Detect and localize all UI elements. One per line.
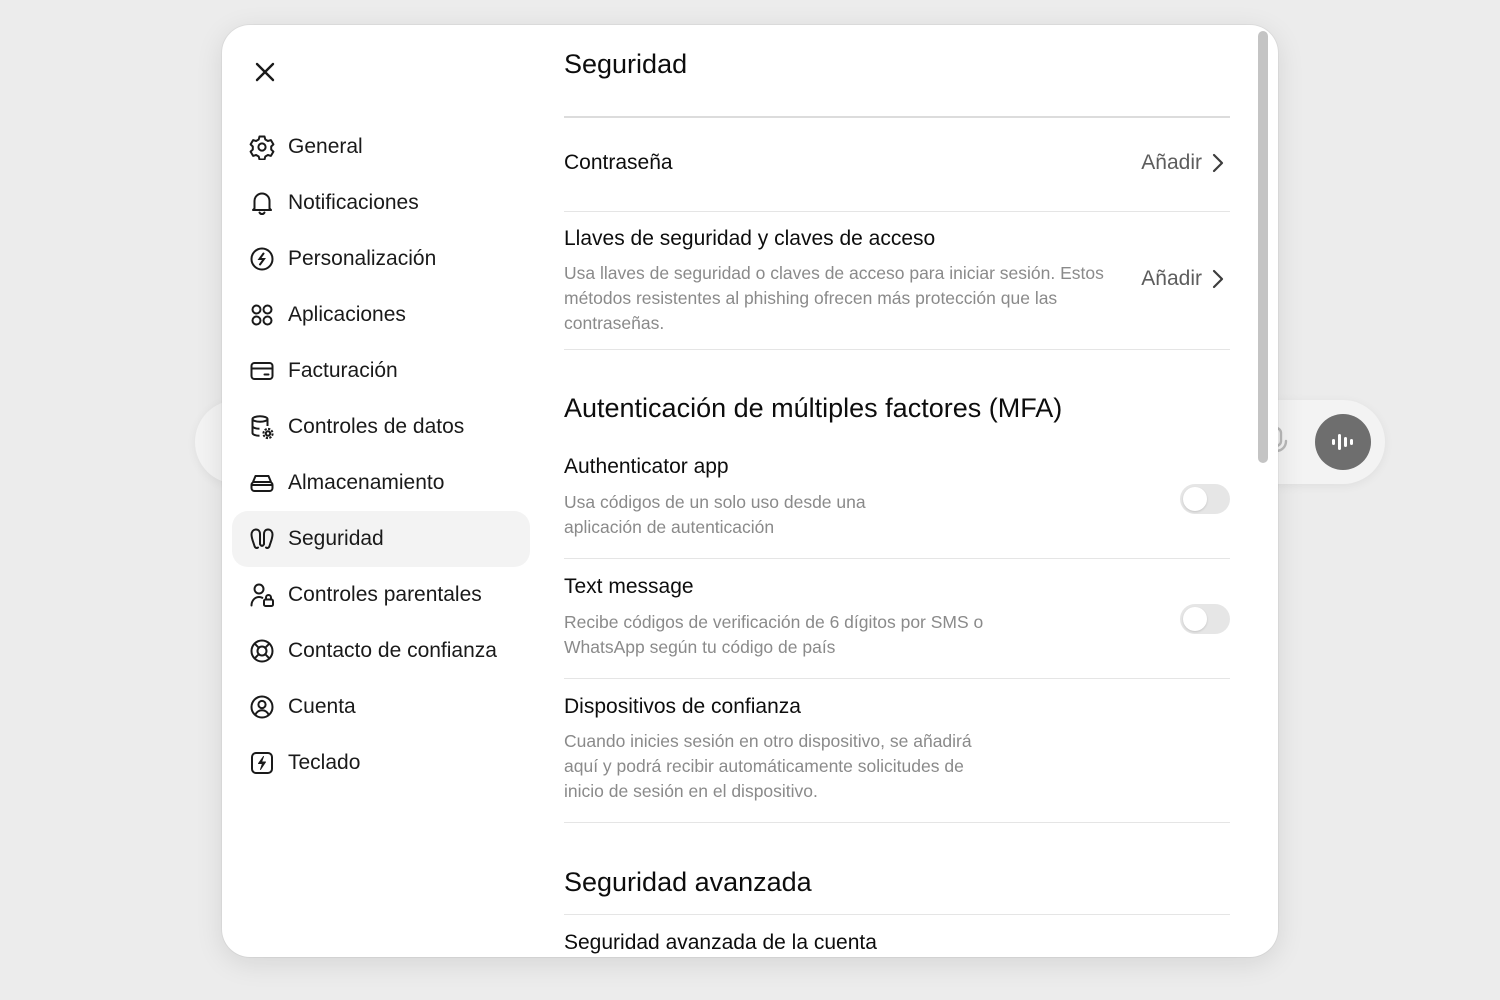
sidebar-item-personalizacion[interactable]: Personalización (232, 231, 530, 287)
add-passkey-button[interactable]: Añadir (1141, 267, 1224, 291)
user-circle-icon (248, 693, 276, 721)
title-divider (564, 116, 1230, 118)
row-divider (564, 678, 1230, 679)
voice-wave-icon (1332, 434, 1353, 450)
trusted-devices-row-description: Cuando inicies sesión en otro dispositiv… (564, 731, 972, 801)
settings-modal: General Notificaciones Personalización A… (222, 25, 1278, 957)
personalization-icon (248, 245, 276, 273)
sidebar-item-label: General (288, 135, 363, 158)
authenticator-row-description: Usa códigos de un solo uso desde una apl… (564, 492, 866, 537)
page-title: Seguridad (564, 49, 688, 79)
apps-grid-icon (248, 301, 276, 329)
close-icon (255, 62, 275, 82)
add-password-label: Añadir (1141, 151, 1202, 174)
sidebar-item-controles-de-datos[interactable]: Controles de datos (232, 399, 530, 455)
row-divider (564, 349, 1230, 350)
sidebar-item-teclado[interactable]: Teclado (232, 735, 530, 791)
sidebar-item-almacenamiento[interactable]: Almacenamiento (232, 455, 530, 511)
storage-drive-icon (248, 469, 276, 497)
voice-mode-button (1315, 414, 1371, 470)
toggle-knob (1183, 487, 1207, 511)
chevron-right-icon (1212, 153, 1224, 173)
text-message-toggle[interactable] (1180, 604, 1230, 634)
lifebuoy-icon (248, 637, 276, 665)
sidebar-item-label: Notificaciones (288, 191, 419, 214)
content-scrollbar[interactable] (1256, 29, 1268, 953)
parental-lock-icon (248, 581, 276, 609)
database-gear-icon (248, 413, 276, 441)
sidebar-item-label: Cuenta (288, 695, 356, 718)
settings-sidebar: General Notificaciones Personalización A… (232, 119, 530, 791)
scrollbar-thumb[interactable] (1258, 31, 1268, 463)
mfa-section-title: Autenticación de múltiples factores (MFA… (564, 393, 1063, 423)
sidebar-item-controles-parentales[interactable]: Controles parentales (232, 567, 530, 623)
sidebar-item-contacto-de-confianza[interactable]: Contacto de confianza (232, 623, 530, 679)
row-divider (564, 211, 1230, 212)
row-divider (564, 558, 1230, 559)
sidebar-item-notificaciones[interactable]: Notificaciones (232, 175, 530, 231)
password-row-title: Contraseña (564, 151, 673, 174)
sidebar-item-label: Seguridad (288, 527, 384, 550)
authenticator-toggle[interactable] (1180, 484, 1230, 514)
authenticator-row-title: Authenticator app (564, 455, 729, 478)
sidebar-item-label: Personalización (288, 247, 437, 270)
add-password-button[interactable]: Añadir (1141, 151, 1224, 175)
toggle-knob (1183, 607, 1207, 631)
add-passkey-label: Añadir (1141, 267, 1202, 290)
close-button[interactable] (248, 55, 282, 89)
trusted-devices-row-title: Dispositivos de confianza (564, 695, 801, 718)
gear-icon (248, 133, 276, 161)
sidebar-item-label: Controles parentales (288, 583, 482, 606)
passkeys-row-description: Usa llaves de seguridad o claves de acce… (564, 263, 1104, 333)
text-message-row-title: Text message (564, 575, 694, 598)
sidebar-item-facturacion[interactable]: Facturación (232, 343, 530, 399)
sidebar-item-seguridad[interactable]: Seguridad (232, 511, 530, 567)
passkeys-row-title: Llaves de seguridad y claves de acceso (564, 227, 936, 250)
keyboard-bolt-icon (248, 749, 276, 777)
advanced-account-security-row-title[interactable]: Seguridad avanzada de la cuenta (564, 931, 877, 955)
sidebar-item-label: Aplicaciones (288, 303, 406, 326)
text-message-row-description: Recibe códigos de verificación de 6 dígi… (564, 612, 984, 657)
sidebar-item-general[interactable]: General (232, 119, 530, 175)
sidebar-item-label: Facturación (288, 359, 398, 382)
credit-card-icon (248, 357, 276, 385)
row-divider (564, 914, 1230, 915)
sidebar-item-label: Contacto de confianza (288, 639, 497, 662)
chevron-right-icon (1212, 269, 1224, 289)
sidebar-item-aplicaciones[interactable]: Aplicaciones (232, 287, 530, 343)
row-divider (564, 822, 1230, 823)
sidebar-item-label: Teclado (288, 751, 361, 774)
sidebar-item-label: Controles de datos (288, 415, 465, 438)
advanced-security-section-title: Seguridad avanzada (564, 867, 812, 897)
sidebar-item-label: Almacenamiento (288, 471, 445, 494)
security-icon (248, 525, 276, 553)
sidebar-item-cuenta[interactable]: Cuenta (232, 679, 530, 735)
bell-icon (248, 189, 276, 217)
